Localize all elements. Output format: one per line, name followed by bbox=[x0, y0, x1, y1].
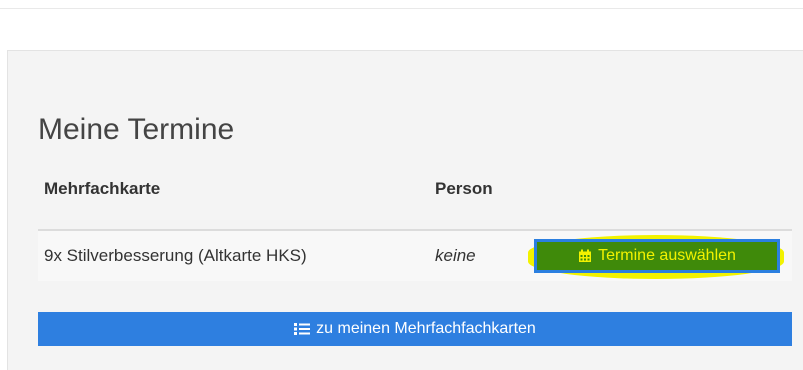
my-cards-button[interactable]: zu meinen Mehrfachfachkarten bbox=[38, 312, 792, 346]
column-header-person: Person bbox=[435, 179, 493, 198]
select-appointments-button[interactable]: Termine auswählen bbox=[534, 239, 780, 273]
calendar-icon bbox=[578, 249, 592, 263]
top-strip bbox=[0, 0, 803, 9]
person-cell: keine bbox=[435, 246, 476, 265]
appointments-panel: Meine Termine Mehrfachkarte Person 9x St… bbox=[7, 50, 803, 370]
page-title: Meine Termine bbox=[38, 113, 235, 146]
column-header-card: Mehrfachkarte bbox=[44, 179, 161, 198]
my-cards-label: zu meinen Mehrfachfachkarten bbox=[316, 320, 536, 337]
select-appointments-button-face[interactable]: Termine auswählen bbox=[537, 242, 777, 270]
card-name-cell: 9x Stilverbesserung (Altkarte HKS) bbox=[44, 246, 307, 265]
select-appointments-label: Termine auswählen bbox=[598, 247, 736, 264]
list-icon bbox=[294, 322, 311, 336]
